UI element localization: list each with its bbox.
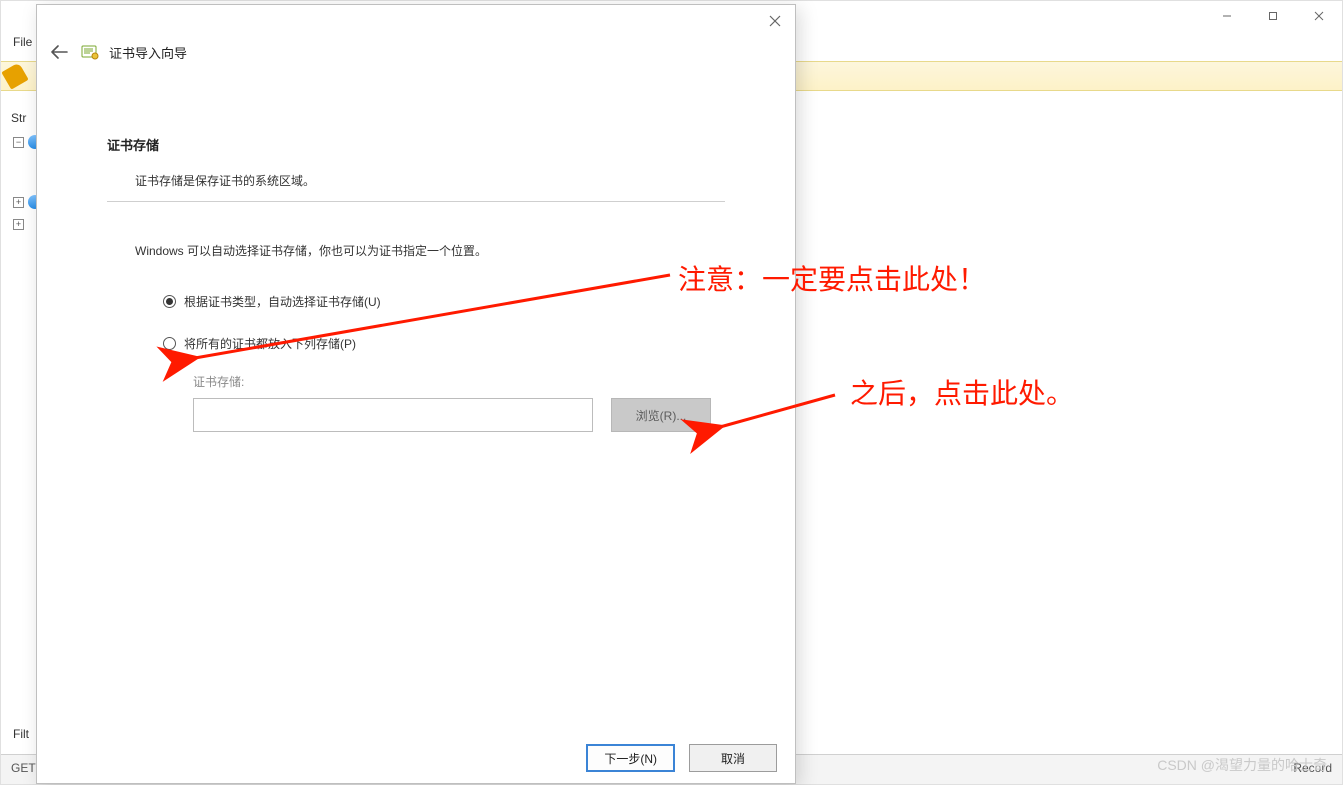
wizard-footer: 下一步(N) 取消 [37,733,795,783]
radio-place-all-in-store[interactable]: 将所有的证书都放入下列存储(P) [163,331,725,355]
browse-button-label: 浏览(R)... [636,407,687,424]
tree-collapse-icon[interactable]: − [13,137,24,148]
brush-icon [1,62,28,89]
bg-minimize-button[interactable] [1204,1,1250,31]
maximize-icon [1268,11,1278,21]
cancel-button[interactable]: 取消 [689,744,777,772]
cert-store-radio-group: 根据证书类型，自动选择证书存储(U) 将所有的证书都放入下列存储(P) [163,289,725,355]
radio-icon [163,295,176,308]
close-icon [769,15,781,27]
cert-store-input [193,398,593,432]
bg-filter-label: Filt [13,727,29,741]
cert-store-info-text: Windows 可以自动选择证书存储，你也可以为证书指定一个位置。 [135,242,725,259]
wizard-title: 证书导入向导 [109,43,187,62]
minimize-icon [1222,11,1232,21]
bg-maximize-button[interactable] [1250,1,1296,31]
cert-store-field-label: 证书存储: [193,373,725,390]
radio-icon [163,337,176,350]
cert-store-section-title: 证书存储 [107,135,725,154]
wizard-titlebar [37,5,795,37]
next-button[interactable]: 下一步(N) [586,744,675,772]
wizard-close-button[interactable] [755,7,795,35]
bg-record-label: Record [1293,761,1332,775]
browse-button[interactable]: 浏览(R)... [611,398,711,432]
cert-store-block: 证书存储: 浏览(R)... [193,373,725,432]
back-arrow-icon [50,45,68,59]
wizard-back-button[interactable] [47,40,71,64]
certificate-wizard-icon [81,43,99,61]
wizard-body: 证书存储 证书存储是保存证书的系统区域。 Windows 可以自动选择证书存储，… [37,75,795,733]
bg-left-panel-label: Str [11,111,26,125]
radio-auto-select-store[interactable]: 根据证书类型，自动选择证书存储(U) [163,289,725,313]
cert-store-row: 浏览(R)... [193,398,725,432]
bg-close-button[interactable] [1296,1,1342,31]
bg-menu-file[interactable]: File [13,35,32,49]
close-icon [1314,11,1324,21]
radio-auto-label: 根据证书类型，自动选择证书存储(U) [184,293,381,310]
bg-get-label: GET [11,761,36,775]
cert-store-section-desc: 证书存储是保存证书的系统区域。 [135,172,725,189]
tree-expand-icon[interactable]: + [13,219,24,230]
tree-expand-icon[interactable]: + [13,197,24,208]
wizard-header: 证书导入向导 [37,37,795,67]
cancel-button-label: 取消 [721,750,745,767]
radio-manual-label: 将所有的证书都放入下列存储(P) [184,335,356,352]
cert-import-wizard-dialog: 证书导入向导 证书存储 证书存储是保存证书的系统区域。 Windows 可以自动… [36,4,796,784]
divider [107,201,725,202]
next-button-label: 下一步(N) [604,750,657,767]
